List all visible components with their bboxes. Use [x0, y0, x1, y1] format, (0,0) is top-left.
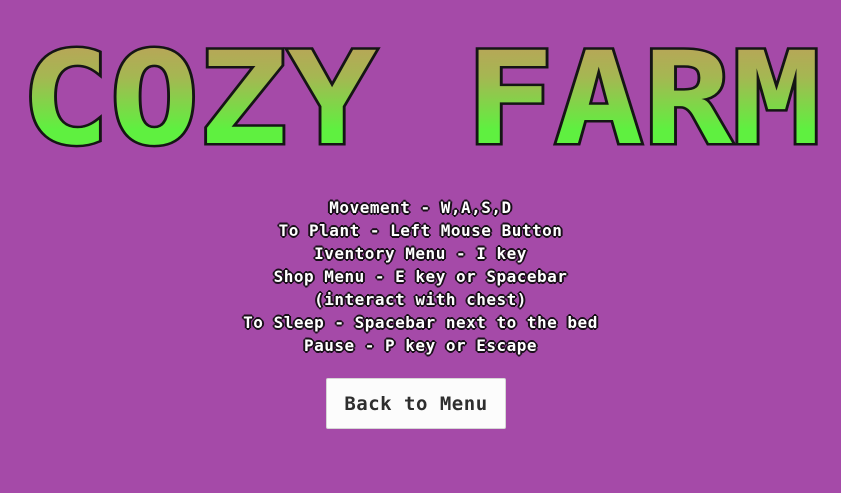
- controls-instructions: Movement - W,A,S,D To Plant - Left Mouse…: [0, 196, 841, 357]
- instruction-shop: Shop Menu - E key or Spacebar: [273, 267, 568, 286]
- instruction-sleep: To Sleep - Spacebar next to the bed: [243, 313, 598, 332]
- instruction-inventory: Iventory Menu - I key: [314, 244, 527, 263]
- instruction-plant: To Plant - Left Mouse Button: [278, 221, 563, 240]
- instruction-shop-note: (interact with chest): [314, 290, 527, 309]
- game-title-text: COZY FARM: [21, 40, 821, 170]
- back-to-menu-button[interactable]: Back to Menu: [326, 378, 506, 429]
- instruction-movement: Movement - W,A,S,D: [329, 198, 512, 217]
- instruction-pause: Pause - P key or Escape: [303, 336, 538, 355]
- back-to-menu-label: Back to Menu: [344, 392, 488, 415]
- game-title: COZY FARM: [0, 40, 841, 170]
